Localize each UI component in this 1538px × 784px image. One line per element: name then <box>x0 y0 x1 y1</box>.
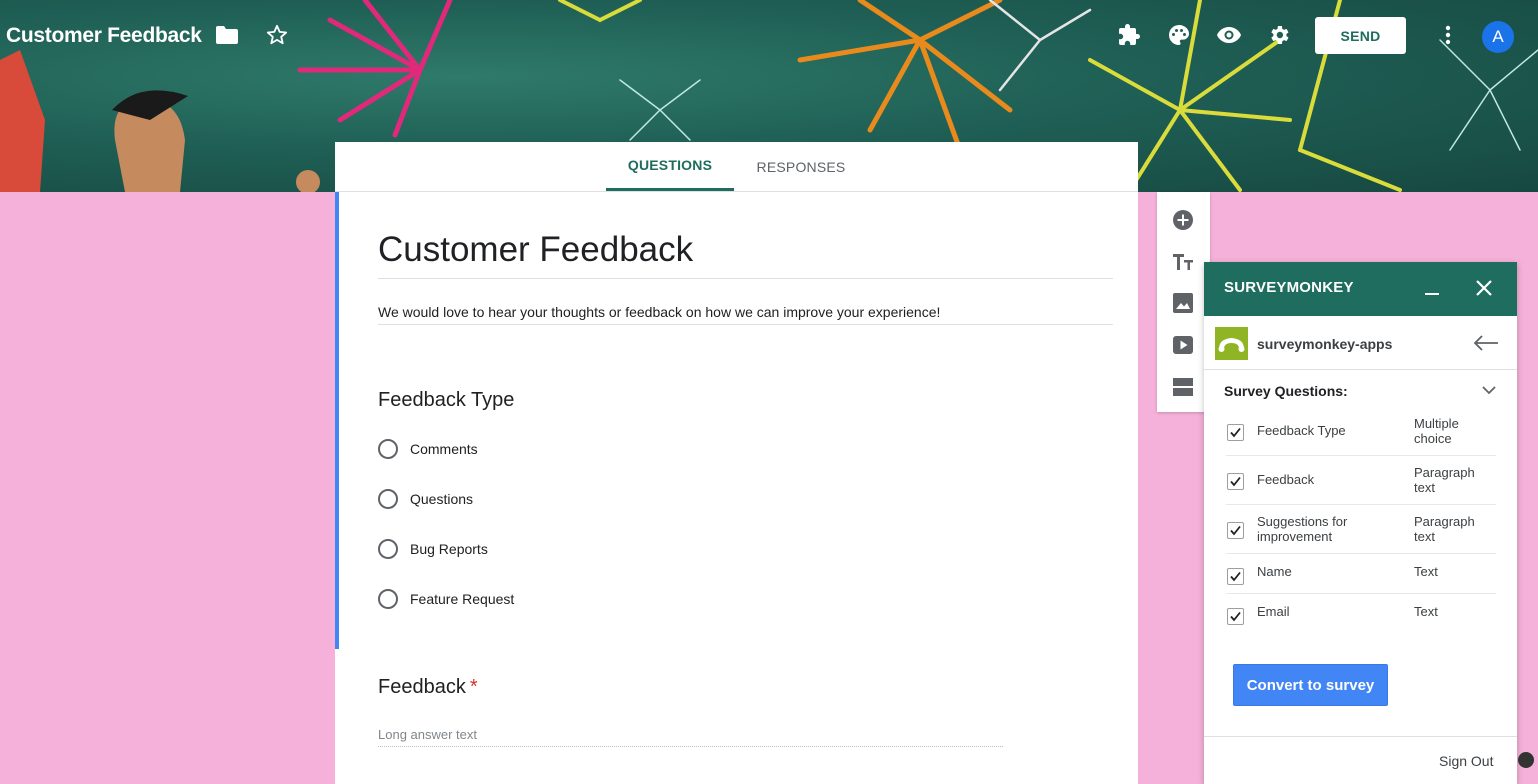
form-title[interactable]: Customer Feedback <box>378 230 693 270</box>
option-label: Questions <box>410 491 474 507</box>
help-bubble-icon[interactable] <box>1518 752 1534 768</box>
radio-button[interactable] <box>378 439 398 459</box>
preview-eye-icon[interactable] <box>1216 22 1242 48</box>
question-name: Feedback Type <box>1257 423 1346 438</box>
question-checkbox[interactable] <box>1227 568 1244 585</box>
back-arrow-icon[interactable] <box>1472 332 1500 354</box>
form-editor-card: Customer Feedback We would love to hear … <box>335 192 1138 784</box>
question-name: Name <box>1257 564 1292 579</box>
sign-out-link[interactable]: Sign Out <box>1439 753 1493 769</box>
question-name: Email <box>1257 604 1290 619</box>
question-checkbox[interactable] <box>1227 424 1244 441</box>
send-button[interactable]: SEND <box>1315 17 1406 54</box>
question-type: Multiple choice <box>1414 416 1459 446</box>
question-title-feedback[interactable]: Feedback * <box>378 676 478 699</box>
question-type: Paragraph text <box>1414 514 1475 544</box>
radio-button[interactable] <box>378 489 398 509</box>
more-vert-icon[interactable] <box>1435 22 1461 48</box>
question-title-text: Feedback <box>378 676 466 698</box>
tab-questions[interactable]: QUESTIONS <box>606 142 734 191</box>
option-bug-reports[interactable]: Bug Reports <box>378 537 488 561</box>
folder-icon[interactable] <box>214 22 240 48</box>
surveymonkey-logo-icon <box>1215 327 1248 360</box>
question-checkbox[interactable] <box>1227 608 1244 625</box>
list-item[interactable]: Feedback Type Multiple choice <box>1226 407 1496 456</box>
list-heading: Survey Questions: <box>1224 383 1348 399</box>
account-avatar[interactable]: A <box>1482 21 1514 53</box>
required-asterisk: * <box>469 676 478 698</box>
surveymonkey-panel: SURVEYMONKEY surveymonkey-apps Survey Qu… <box>1204 262 1517 784</box>
question-checkbox[interactable] <box>1227 473 1244 490</box>
question-type: Paragraph text <box>1414 465 1475 495</box>
add-question-icon[interactable] <box>1170 207 1196 233</box>
title-underline <box>378 278 1113 279</box>
radio-button[interactable] <box>378 539 398 559</box>
close-icon[interactable] <box>1472 276 1496 300</box>
add-section-icon[interactable] <box>1170 374 1196 400</box>
question-name: Suggestions for improvement <box>1257 514 1348 544</box>
add-video-icon[interactable] <box>1170 332 1196 358</box>
app-name: surveymonkey-apps <box>1257 336 1393 352</box>
option-label: Feature Request <box>410 591 515 607</box>
settings-gear-icon[interactable] <box>1266 22 1292 48</box>
option-label: Comments <box>410 441 478 457</box>
panel-header: SURVEYMONKEY <box>1204 262 1517 316</box>
list-item[interactable]: Name Text <box>1226 554 1496 594</box>
long-answer-underline <box>378 746 1003 747</box>
list-item[interactable]: Feedback Paragraph text <box>1226 456 1496 505</box>
active-section-accent <box>335 192 339 649</box>
add-title-icon[interactable] <box>1170 249 1196 275</box>
option-questions[interactable]: Questions <box>378 487 473 511</box>
palette-icon[interactable] <box>1166 22 1192 48</box>
app-account-row: surveymonkey-apps <box>1204 316 1517 370</box>
star-icon[interactable] <box>264 22 290 48</box>
question-type: Text <box>1414 604 1438 619</box>
addons-icon[interactable] <box>1116 22 1142 48</box>
option-comments[interactable]: Comments <box>378 437 478 461</box>
option-feature-request[interactable]: Feature Request <box>378 587 514 611</box>
minimize-icon[interactable] <box>1420 276 1444 300</box>
long-answer-placeholder: Long answer text <box>378 727 478 742</box>
panel-footer: Sign Out <box>1204 736 1517 784</box>
panel-title: SURVEYMONKEY <box>1224 279 1354 296</box>
document-title[interactable]: Customer Feedback <box>6 24 202 48</box>
list-item[interactable]: Suggestions for improvement Paragraph te… <box>1226 505 1496 554</box>
form-tabs: QUESTIONS RESPONSES <box>335 142 1138 192</box>
question-title-feedback-type[interactable]: Feedback Type <box>378 389 514 412</box>
convert-to-survey-button[interactable]: Convert to survey <box>1233 664 1388 706</box>
option-label: Bug Reports <box>410 541 488 557</box>
question-toolbar <box>1157 192 1210 412</box>
list-item[interactable]: Email Text <box>1226 594 1496 634</box>
description-underline <box>378 324 1113 325</box>
add-image-icon[interactable] <box>1170 290 1196 316</box>
tab-responses[interactable]: RESPONSES <box>745 142 857 191</box>
form-description[interactable]: We would love to hear your thoughts or f… <box>378 304 940 320</box>
chevron-down-icon[interactable] <box>1481 383 1497 395</box>
question-checkbox[interactable] <box>1227 522 1244 539</box>
question-type: Text <box>1414 564 1438 579</box>
question-name: Feedback <box>1257 472 1315 487</box>
radio-button[interactable] <box>378 589 398 609</box>
